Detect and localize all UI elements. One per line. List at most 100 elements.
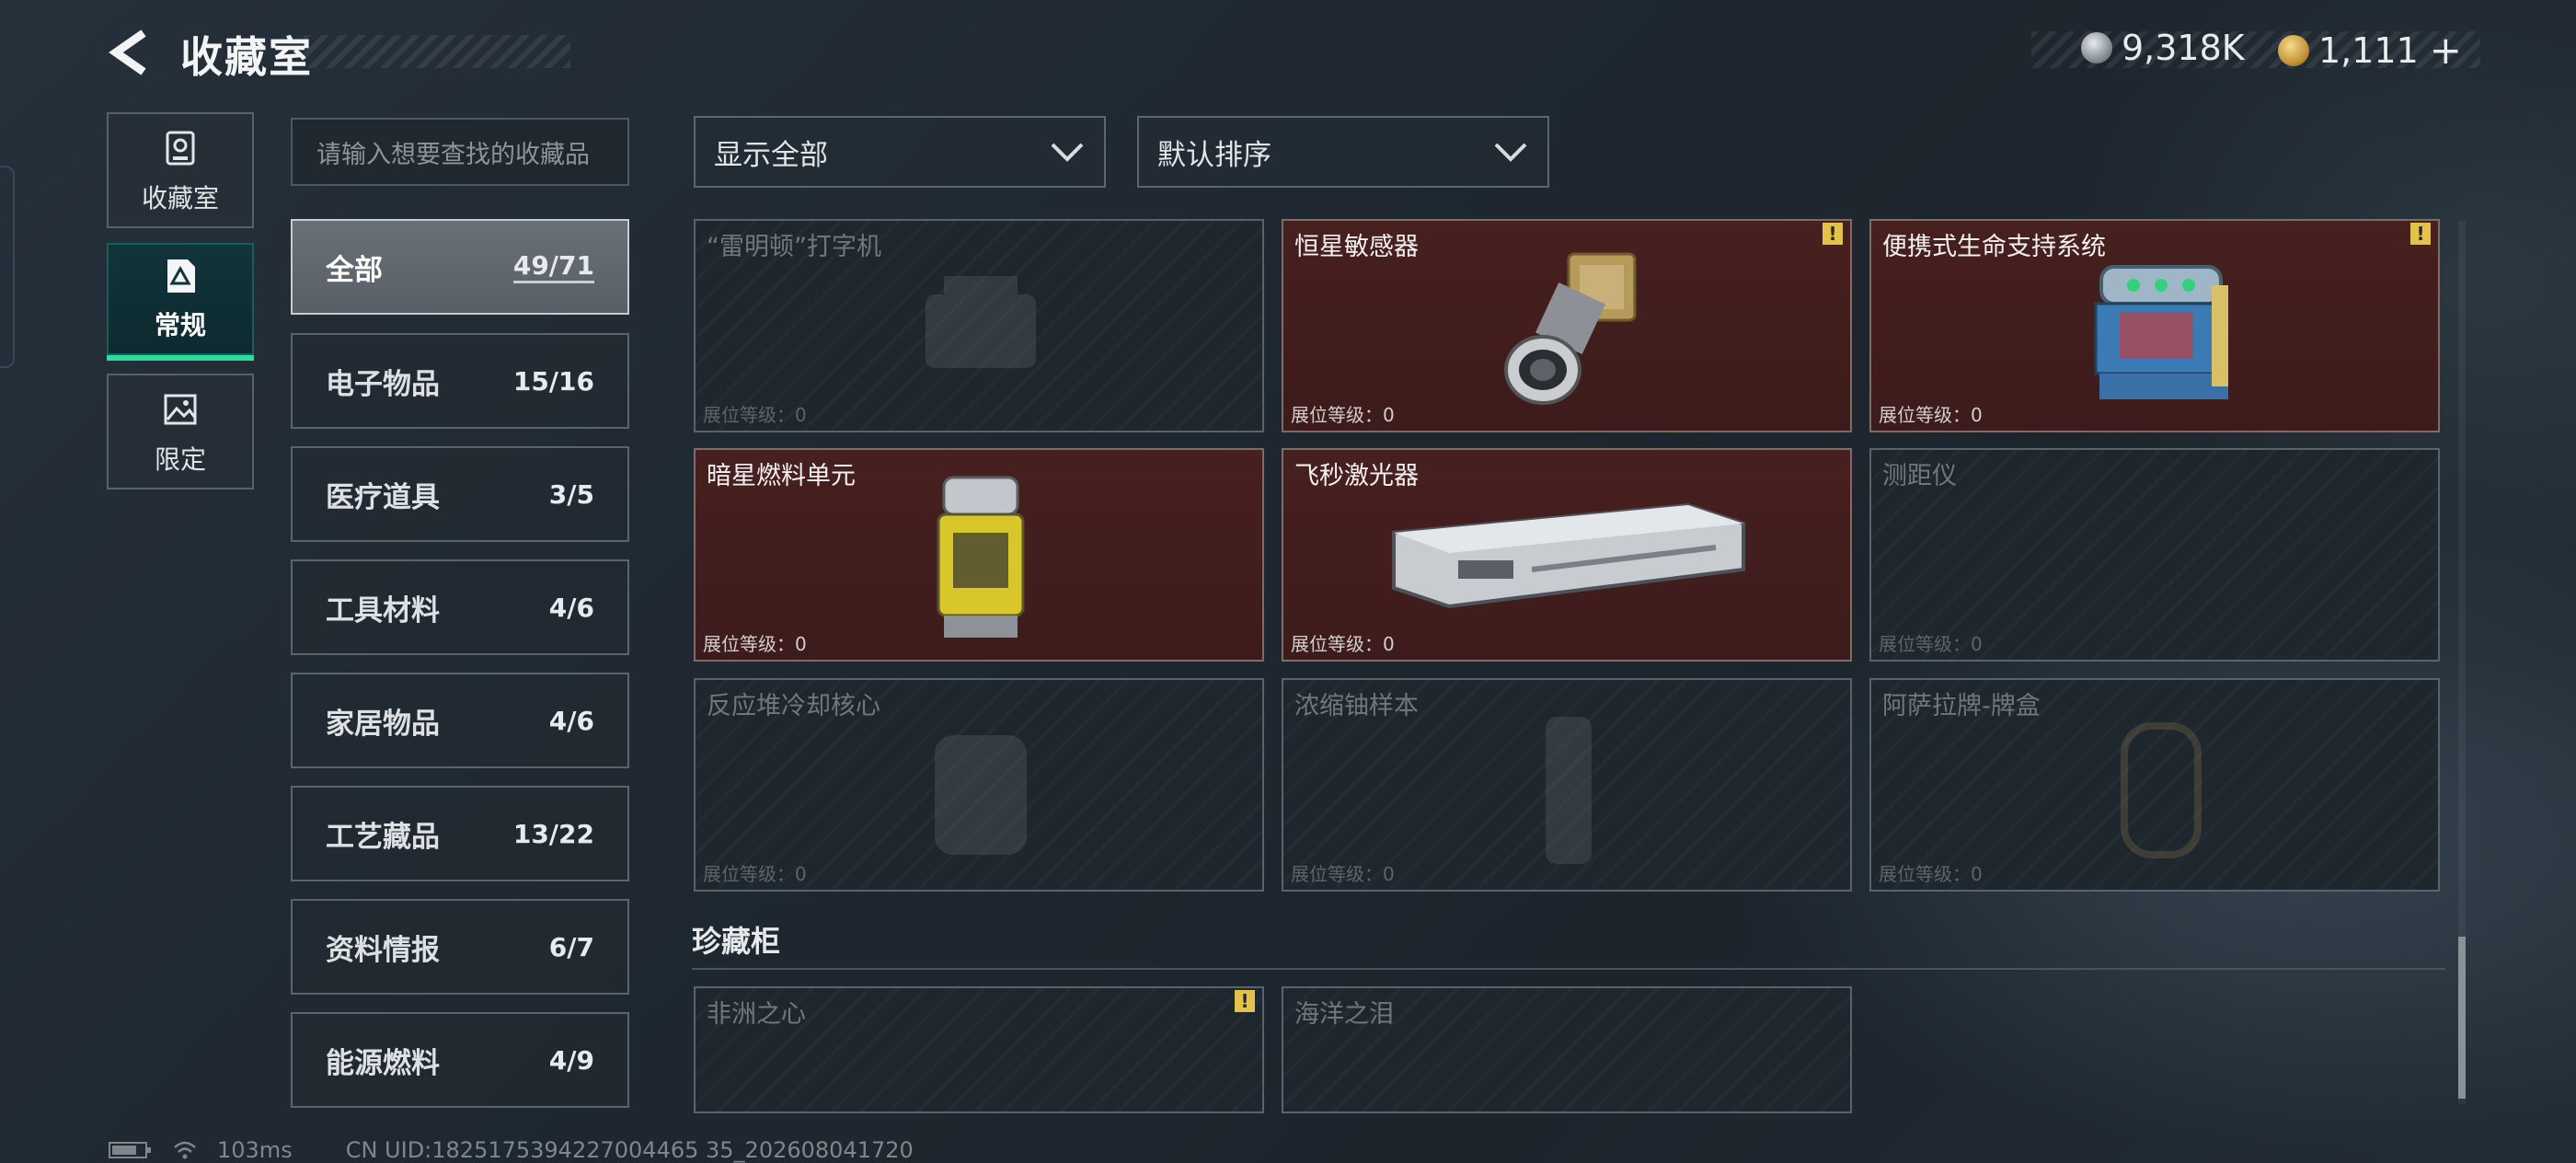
currency-primary-value: 9,318K [2122, 28, 2245, 68]
picture-icon [164, 394, 197, 425]
title-decoration [304, 35, 570, 68]
category-count: 4/6 [548, 592, 594, 623]
category-label: 工具材料 [326, 593, 440, 628]
display-filter-value: 显示全部 [714, 138, 828, 172]
laser-device-image [1392, 502, 1745, 609]
item-card-femtosecond-laser[interactable]: 飞秒激光器 展位等级：0 [1282, 448, 1852, 662]
tab-label: 常规 [154, 310, 206, 340]
item-name: 浓缩铀样本 [1294, 692, 1419, 720]
item-card-uranium-sample[interactable]: 浓缩铀样本 展位等级：0 [1282, 678, 1852, 892]
edge-decoration [0, 166, 15, 368]
item-level: 展位等级：0 [1879, 633, 1983, 655]
trophy-icon [166, 131, 195, 166]
tab-label: 收藏室 [141, 183, 219, 213]
item-card-dark-star-fuel[interactable]: 暗星燃料单元 展位等级：0 [694, 448, 1264, 662]
category-count: 3/5 [548, 478, 594, 510]
item-card-reactor-core[interactable]: 反应堆冷却核心 展位等级：0 [694, 678, 1264, 892]
battery-icon [109, 1142, 151, 1158]
category-electronics[interactable]: 电子物品 15/16 [291, 333, 629, 429]
item-card-typewriter[interactable]: “雷明顿”打字机 展位等级：0 [694, 219, 1264, 432]
category-medical[interactable]: 医疗道具 3/5 [291, 446, 629, 542]
add-currency-icon[interactable]: + [2430, 28, 2462, 73]
category-label: 工艺藏品 [326, 820, 440, 854]
category-label: 全部 [326, 253, 383, 287]
category-count: 13/22 [512, 818, 594, 849]
item-name: 暗星燃料单元 [707, 462, 856, 490]
wifi-icon [174, 1141, 196, 1159]
typewriter-silhouette-icon [926, 276, 1036, 368]
showcase-card-heart-of-africa[interactable]: 非洲之心 ! [694, 986, 1264, 1113]
category-label: 医疗道具 [326, 480, 440, 514]
tab-limited[interactable]: 限定 [107, 374, 254, 489]
item-name: 非洲之心 [707, 1000, 806, 1029]
uranium-sample-silhouette-icon [1546, 717, 1592, 864]
sort-dropdown[interactable]: 默认排序 [1137, 116, 1549, 188]
category-count: 6/7 [548, 931, 594, 962]
fuel-cell-image [937, 476, 1025, 638]
alert-badge-icon: ! [1823, 223, 1843, 245]
category-household[interactable]: 家居物品 4/6 [291, 673, 629, 768]
item-level: 展位等级：0 [1291, 633, 1395, 655]
category-label: 家居物品 [326, 707, 440, 741]
item-card-star-sensor[interactable]: 恒星敏感器 ! 展位等级：0 [1282, 219, 1852, 432]
category-count: 49/71 [512, 250, 594, 283]
alert-badge-icon: ! [2410, 223, 2431, 245]
category-label: 电子物品 [326, 367, 440, 401]
scrollbar-thumb[interactable] [2458, 937, 2466, 1099]
category-count: 4/9 [548, 1044, 594, 1076]
category-count: 15/16 [512, 365, 594, 397]
back-arrow-icon [109, 29, 146, 75]
showcase-card-tear-of-ocean[interactable]: 海洋之泪 [1282, 986, 1852, 1113]
page-title: 收藏室 [180, 32, 313, 82]
section-divider [692, 968, 2445, 970]
item-level: 展位等级：0 [1291, 863, 1395, 885]
category-fuel[interactable]: 能源燃料 4/9 [291, 1012, 629, 1108]
item-card-life-support[interactable]: 便携式生命支持系统 ! 展位等级：0 [1869, 219, 2440, 432]
tab-regular[interactable]: 常规 [107, 243, 254, 361]
search-input[interactable]: 请输入想要查找的收藏品 [291, 118, 629, 186]
chevron-down-icon [1494, 143, 1527, 162]
life-support-system-image [2094, 265, 2228, 399]
item-level: 展位等级：0 [703, 404, 807, 426]
currency-primary[interactable]: 9,318K [2081, 28, 2245, 68]
ping-value: 103ms [217, 1137, 293, 1163]
item-level: 展位等级：0 [1879, 404, 1983, 426]
item-level: 展位等级：0 [1879, 863, 1983, 885]
item-name: 海洋之泪 [1294, 1000, 1394, 1029]
category-label: 资料情报 [326, 933, 440, 967]
item-name: 反应堆冷却核心 [707, 692, 880, 720]
item-name: “雷明顿”打字机 [707, 233, 881, 261]
search-placeholder: 请输入想要查找的收藏品 [316, 140, 590, 169]
uid-text: CN UID:1825175394227004465 35_2026080417… [345, 1137, 914, 1163]
document-icon [167, 259, 195, 293]
category-intel[interactable]: 资料情报 6/7 [291, 899, 629, 995]
sort-value: 默认排序 [1157, 138, 1271, 172]
display-filter-dropdown[interactable]: 显示全部 [694, 116, 1106, 188]
item-name: 测距仪 [1882, 462, 1957, 490]
tab-collection-room[interactable]: 收藏室 [107, 112, 254, 228]
currency-secondary[interactable]: 1,111 + [2278, 28, 2462, 73]
item-level: 展位等级：0 [703, 863, 807, 885]
gold-coin-icon [2278, 34, 2309, 66]
showcase-section-title: 珍藏柜 [692, 924, 781, 959]
chevron-down-icon [1051, 143, 1084, 162]
category-crafts[interactable]: 工艺藏品 13/22 [291, 786, 629, 881]
back-button[interactable] [103, 28, 158, 77]
category-all[interactable]: 全部 49/71 [291, 219, 629, 315]
category-label: 能源燃料 [326, 1046, 440, 1080]
item-name: 便携式生命支持系统 [1882, 233, 2106, 261]
item-level: 展位等级：0 [703, 633, 807, 655]
item-card-asala-card-box[interactable]: 阿萨拉牌-牌盒 展位等级：0 [1869, 678, 2440, 892]
card-box-silhouette-icon [2121, 722, 2202, 858]
item-level: 展位等级：0 [1291, 404, 1395, 426]
currency-secondary-value: 1,111 [2318, 29, 2419, 71]
reactor-core-silhouette-icon [935, 735, 1027, 855]
tab-label: 限定 [154, 444, 206, 475]
item-name: 阿萨拉牌-牌盒 [1882, 692, 2041, 720]
category-count: 4/6 [548, 705, 594, 736]
item-card-rangefinder[interactable]: 测距仪 展位等级：0 [1869, 448, 2440, 662]
category-tools[interactable]: 工具材料 4/6 [291, 559, 629, 655]
item-name: 恒星敏感器 [1294, 233, 1419, 261]
alert-badge-icon: ! [1235, 990, 1255, 1012]
star-sensor-image [1504, 252, 1637, 405]
